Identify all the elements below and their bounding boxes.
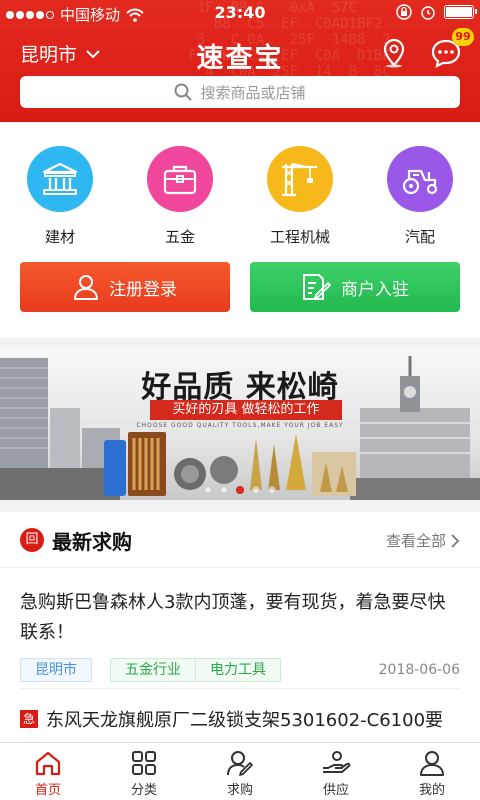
industry-tag: 电力工具 bbox=[196, 658, 281, 682]
category-hardware[interactable]: 五金 bbox=[120, 146, 240, 247]
rotation-lock-icon bbox=[396, 4, 412, 20]
request-text: 急购斯巴鲁森林人3款内顶蓬，要有现货，着急要尽快联系！ bbox=[20, 592, 446, 643]
supply-hand-icon bbox=[288, 749, 384, 777]
app-logo: 速查宝 bbox=[196, 43, 284, 74]
document-edit-icon bbox=[303, 274, 331, 300]
tab-mine[interactable]: 我的 bbox=[384, 743, 480, 800]
toolbox-icon bbox=[147, 146, 213, 212]
tab-label: 求购 bbox=[226, 783, 253, 798]
category-auto-parts[interactable]: 汽配 bbox=[360, 146, 480, 247]
app-header: 1F B8 C 0xA 57C B8 C5 EF C0AD1BF2 3 C 0A… bbox=[0, 0, 480, 122]
tab-label: 分类 bbox=[130, 783, 157, 798]
request-date: 2018-06-06 bbox=[378, 662, 460, 678]
status-bar: 中国移动 23:40 bbox=[0, 0, 480, 26]
tab-label: 首页 bbox=[34, 783, 61, 798]
location-tag: 昆明市 bbox=[20, 658, 92, 682]
category-label: 建材 bbox=[44, 228, 75, 246]
user-outline-icon bbox=[74, 275, 98, 300]
category-building-materials[interactable]: 建材 bbox=[0, 146, 120, 247]
urgent-badge: 急 bbox=[20, 710, 38, 728]
section-header: 回 最新求购 查看全部 bbox=[0, 512, 480, 568]
latest-requests-section: 回 最新求购 查看全部 急购斯巴鲁森林人3款内顶蓬，要有现货，着急要尽快联系！ … bbox=[0, 512, 480, 756]
merchant-join-label: 商户入驻 bbox=[341, 279, 409, 300]
category-label: 工程机械 bbox=[269, 228, 330, 246]
battery-icon bbox=[444, 5, 477, 19]
chevron-right-icon bbox=[451, 533, 460, 548]
merchant-join-button[interactable]: 商户入驻 bbox=[250, 262, 460, 312]
request-tags: 昆明市 五金行业 电力工具 2018-06-06 bbox=[20, 658, 460, 682]
slide-dot[interactable] bbox=[220, 486, 228, 494]
view-all-link[interactable]: 查看全部 bbox=[386, 530, 460, 551]
banner-subline: 买好的刃具 做轻松的工作 bbox=[150, 400, 342, 420]
request-item[interactable]: 急购斯巴鲁森林人3款内顶蓬，要有现货，着急要尽快联系！ 昆明市 五金行业 电力工… bbox=[20, 588, 460, 682]
tractor-icon bbox=[387, 146, 453, 212]
industry-tag: 五金行业 bbox=[110, 658, 196, 682]
request-item[interactable]: 急 东风天龙旗舰原厂二级锁支架5301602-C6100要 bbox=[20, 706, 460, 732]
tab-category[interactable]: 分类 bbox=[96, 743, 192, 800]
search-icon bbox=[174, 83, 193, 101]
section-icon: 回 bbox=[20, 528, 44, 552]
slide-dot[interactable] bbox=[204, 486, 212, 494]
home-icon bbox=[0, 749, 96, 777]
category-label: 汽配 bbox=[404, 228, 435, 246]
register-login-button[interactable]: 注册登录 bbox=[20, 262, 230, 312]
banner-indicators bbox=[0, 486, 480, 494]
tab-supply[interactable]: 供应 bbox=[288, 743, 384, 800]
tab-buy-requests[interactable]: 求购 bbox=[192, 743, 288, 800]
tab-label: 供应 bbox=[322, 783, 349, 798]
buyer-icon bbox=[192, 749, 288, 777]
promo-banner[interactable]: 好品质 来松崎 买好的刃具 做轻松的工作 CHOOSE GOOD QUALITY… bbox=[0, 348, 480, 500]
request-text: 东风天龙旗舰原厂二级锁支架5301602-C6100要 bbox=[46, 710, 444, 731]
user-icon bbox=[384, 749, 480, 777]
location-pin-icon[interactable] bbox=[380, 38, 408, 68]
slide-dot[interactable] bbox=[268, 486, 276, 494]
category-label: 五金 bbox=[164, 228, 195, 246]
slide-dot-active[interactable] bbox=[236, 486, 244, 494]
register-login-label: 注册登录 bbox=[109, 279, 177, 300]
view-all-label: 查看全部 bbox=[385, 532, 446, 550]
slide-dot[interactable] bbox=[252, 486, 260, 494]
alarm-icon bbox=[421, 6, 435, 20]
search-bar[interactable]: 搜索商品或店铺 bbox=[20, 76, 460, 108]
category-engineering-machinery[interactable]: 工程机械 bbox=[240, 146, 360, 247]
section-title: 最新求购 bbox=[52, 530, 132, 554]
message-count-badge: 99 bbox=[452, 28, 474, 46]
search-placeholder: 搜索商品或店铺 bbox=[200, 83, 306, 102]
tab-home[interactable]: 首页 bbox=[0, 743, 96, 800]
divider bbox=[20, 688, 460, 689]
tab-label: 我的 bbox=[418, 783, 445, 798]
building-icon bbox=[27, 146, 93, 212]
bottom-tab-bar: 首页 分类 求购 供应 我的 bbox=[0, 742, 480, 800]
crane-icon bbox=[267, 146, 333, 212]
category-panel: 建材 五金 工程机械 汽配 注册登录 商户入驻 bbox=[0, 122, 480, 338]
grid-icon bbox=[96, 749, 192, 777]
